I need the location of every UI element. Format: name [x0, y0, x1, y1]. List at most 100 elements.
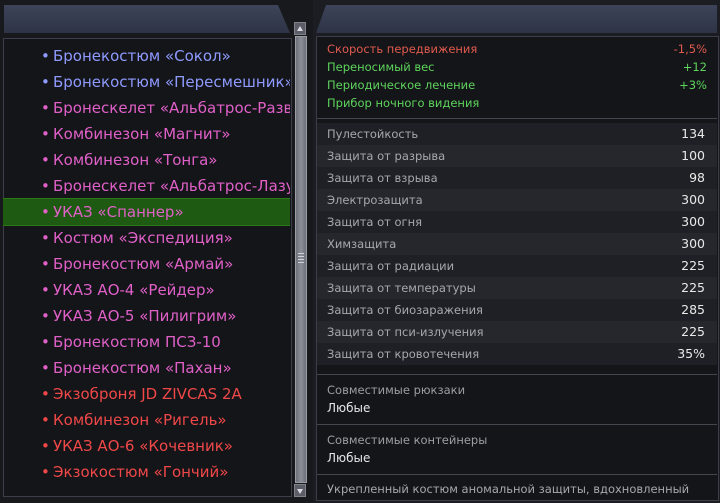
list-item[interactable]: • Костюм «Экспедиция»: [3, 225, 290, 251]
scroll-down-button[interactable]: [294, 484, 306, 497]
list-item-label: Костюм «Экспедиция»: [53, 229, 233, 247]
stat-value: 225: [681, 258, 705, 273]
header-corner: [316, 5, 326, 33]
list-item[interactable]: • Экзоброня JD ZIVCAS 2A: [3, 381, 290, 407]
effect-row: Периодическое лечение +3%: [317, 76, 717, 94]
bullet-icon: •: [41, 255, 50, 273]
effect-name: Периодическое лечение: [327, 78, 476, 92]
list-item[interactable]: • УКАЗ АО-5 «Пилигрим»: [3, 303, 290, 329]
bullet-icon: •: [41, 177, 50, 195]
item-description: Укрепленный костюм аномальной защиты, вд…: [327, 482, 690, 496]
list-item[interactable]: • Экзокостюм «Гончий»: [3, 459, 290, 485]
item-list-scrollbar[interactable]: [294, 22, 307, 497]
stat-row: Защита от разрыва 100: [317, 145, 717, 167]
stat-value: 300: [681, 192, 705, 207]
list-item-label: Бронекостюм «Армай»: [53, 255, 234, 273]
effect-value: +3%: [679, 78, 707, 92]
list-item-label: Бронекостюм «Пахан»: [53, 359, 232, 377]
list-item-label: Экзокостюм «Гончий»: [53, 463, 229, 481]
list-item[interactable]: • Бронекостюм «Пересмешник»: [3, 69, 290, 95]
containers-value: Любые: [327, 451, 371, 465]
stat-name: Пулестойкость: [327, 127, 419, 141]
list-item[interactable]: • Бронекостюм «Сокол»: [3, 43, 290, 69]
stat-name: Защита от биозаражения: [327, 303, 483, 317]
list-item[interactable]: • Бронекостюм «Пахан»: [3, 355, 290, 381]
list-item[interactable]: • Комбинезон «Ригель»: [3, 407, 290, 433]
stat-name: Защита от радиации: [327, 259, 455, 273]
item-list-header: [4, 5, 290, 33]
stat-name: Защита от взрыва: [327, 171, 438, 185]
stat-value: 35%: [677, 346, 705, 361]
scroll-thumb[interactable]: [295, 36, 307, 483]
effect-row: Скорость передвижения -1,5%: [317, 40, 717, 58]
bullet-icon: •: [41, 47, 50, 65]
stat-row: Защита от радиации 225: [317, 255, 717, 277]
list-item-label: Экзоброня JD ZIVCAS 2A: [53, 385, 242, 403]
stat-value: 300: [681, 214, 705, 229]
list-item[interactable]: • Бронескелет «Альбатрос-Лазутч: [3, 173, 290, 199]
list-item[interactable]: • Комбинезон «Тонга»: [3, 147, 290, 173]
bullet-icon: •: [41, 229, 50, 247]
compatible-backpacks: Совместимые рюкзаки Любые: [317, 380, 717, 424]
list-item[interactable]: • УКАЗ АО-4 «Рейдер»: [3, 277, 290, 303]
bullet-icon: •: [41, 359, 50, 377]
stat-value: 225: [681, 324, 705, 339]
stat-row: Защита от пси-излучения 225: [317, 321, 717, 343]
stat-row: Защита от кровотечения 35%: [317, 343, 717, 365]
list-item[interactable]: • УКАЗ «Спаннер»: [3, 198, 290, 226]
backpacks-label: Совместимые рюкзаки: [327, 383, 466, 397]
compatible-containers: Совместимые контейнеры Любые: [317, 430, 717, 474]
header-corner: [278, 5, 290, 33]
stat-value: 98: [689, 170, 705, 185]
effect-row: Прибор ночного видения: [317, 94, 717, 112]
stat-row: Защита от взрыва 98: [317, 167, 717, 189]
list-item-label: Бронекостюм ПСЗ-10: [53, 333, 221, 351]
scroll-up-button[interactable]: [294, 22, 306, 35]
stat-value: 134: [681, 126, 705, 141]
stat-name: Химзащита: [327, 237, 397, 251]
item-list: • Бронекостюм «Сокол» • Бронекостюм «Пересм…: [3, 43, 290, 493]
effects-section: Скорость передвижения -1,5% Переносимый ве…: [317, 40, 717, 112]
stat-row: Защита от биозаражения 285: [317, 299, 717, 321]
stat-value: 285: [681, 302, 705, 317]
bullet-icon: •: [41, 151, 50, 169]
divider: [317, 118, 717, 119]
stat-row: Электрозащита 300: [317, 189, 717, 211]
item-details-panel: Скорость передвижения -1,5% Переносимый ве…: [313, 0, 720, 503]
bullet-icon: •: [41, 333, 50, 351]
effect-value: -1,5%: [673, 42, 707, 56]
list-item-label: Бронекостюм «Пересмешник»: [53, 73, 290, 91]
scroll-track[interactable]: [295, 36, 307, 483]
list-item-label: Бронекостюм «Сокол»: [53, 47, 231, 65]
list-item[interactable]: • Бронекостюм ПСЗ-10: [3, 329, 290, 355]
list-item-label: Бронескелет «Альбатрос-Развед: [53, 99, 290, 117]
list-item[interactable]: • Комбинезон «Магнит»: [3, 121, 290, 147]
list-item-label: Комбинезон «Магнит»: [53, 125, 231, 143]
bullet-icon: •: [41, 99, 50, 117]
divider: [317, 374, 717, 375]
bullet-icon: •: [41, 411, 50, 429]
bullet-icon: •: [41, 281, 50, 299]
stat-value: 300: [681, 236, 705, 251]
bullet-icon: •: [41, 463, 50, 481]
divider: [317, 474, 717, 475]
list-item[interactable]: • УКАЗ АО-6 «Кочевник»: [3, 433, 290, 459]
bullet-icon: •: [41, 385, 50, 403]
item-list-panel: • Бронекостюм «Сокол» • Бронекостюм «Пересм…: [0, 0, 313, 503]
bullet-icon: •: [41, 125, 50, 143]
backpacks-value: Любые: [327, 401, 371, 415]
list-item-label: Комбинезон «Ригель»: [53, 411, 227, 429]
effect-row: Переносимый вес +12: [317, 58, 717, 76]
bullet-icon: •: [41, 203, 50, 221]
divider: [317, 424, 717, 425]
list-item[interactable]: • Бронескелет «Альбатрос-Развед: [3, 95, 290, 121]
stat-value: 100: [681, 148, 705, 163]
list-item[interactable]: • Бронекостюм «Армай»: [3, 251, 290, 277]
stat-name: Защита от разрыва: [327, 149, 446, 163]
stat-name: Защита от температуры: [327, 281, 476, 295]
stat-row: Защита от температуры 225: [317, 277, 717, 299]
containers-label: Совместимые контейнеры: [327, 433, 488, 447]
grip-icon: [298, 253, 304, 265]
stats-table: Пулестойкость 134 Защита от разрыва 100 Защи…: [317, 123, 717, 365]
bullet-icon: •: [41, 437, 50, 455]
